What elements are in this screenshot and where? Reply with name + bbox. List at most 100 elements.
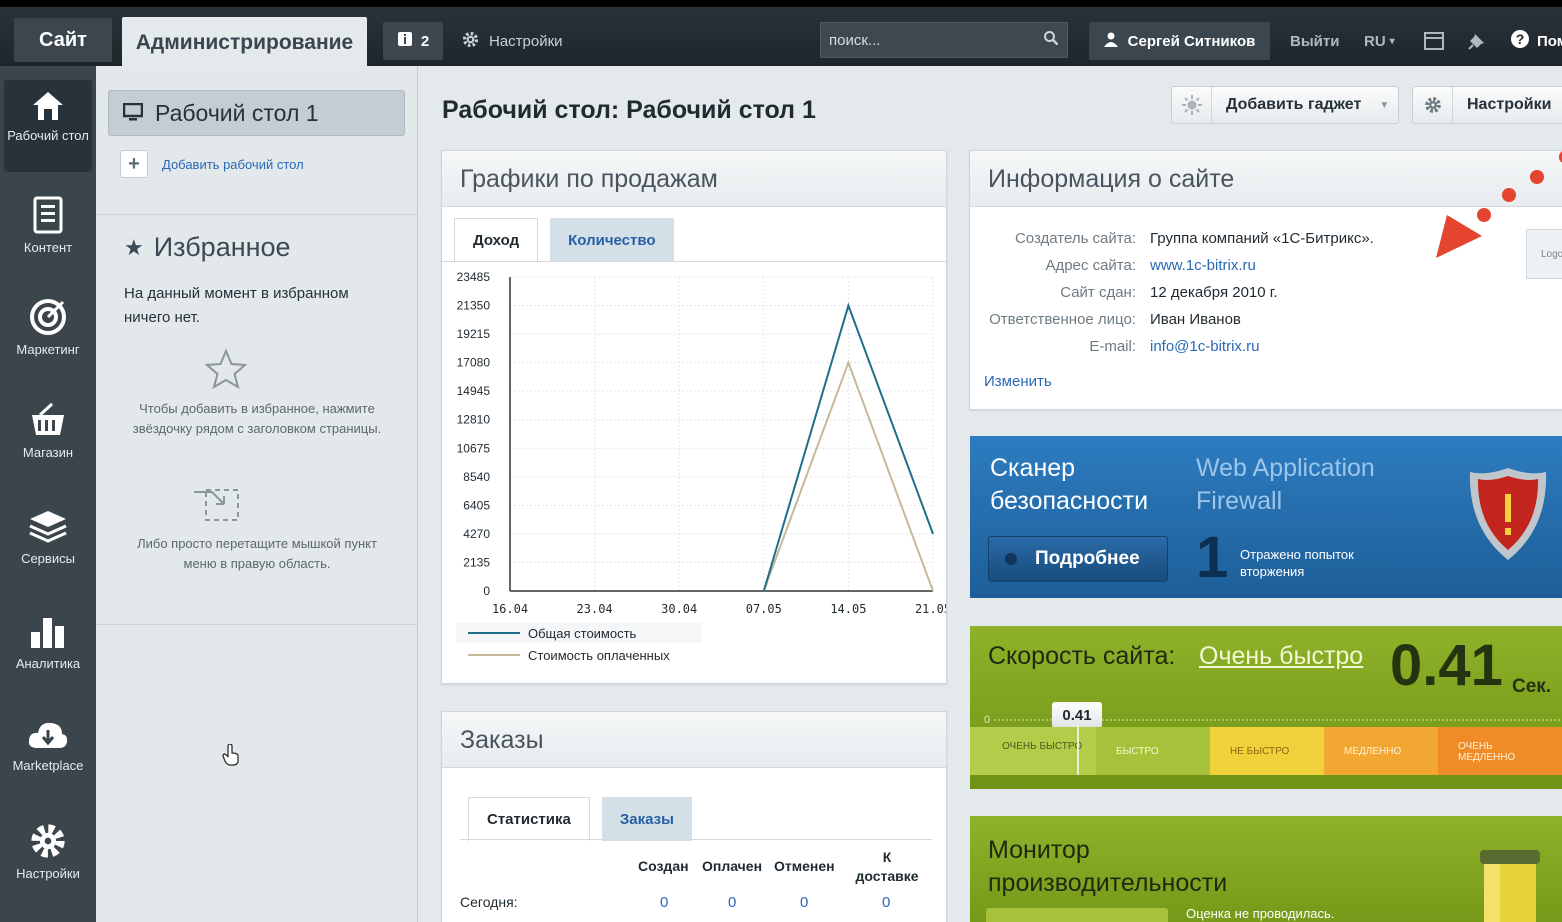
value-to-deliver[interactable]: 0 <box>882 894 890 911</box>
info-key: Создатель сайта: <box>1014 230 1136 247</box>
desktop-settings-button[interactable]: Настройки <box>1412 86 1562 124</box>
favorites-heading: ★ Избранное <box>124 232 291 263</box>
orders-table-header: Создан Оплачен Отменен К доставке <box>460 846 932 886</box>
star-outline-icon <box>204 348 248 395</box>
topbar-settings-label: Настройки <box>489 32 563 50</box>
nav-content[interactable]: Контент <box>4 196 92 255</box>
favorites-hint-star: Чтобы добавить в избранное, нажмите звёз… <box>132 401 382 436</box>
y-tick-label: 23485 <box>457 270 491 284</box>
sun-icon <box>1172 87 1212 123</box>
notification-icon <box>397 31 413 51</box>
nav-shop[interactable]: Магазин <box>4 401 92 460</box>
info-key: Сайт сдан: <box>1060 284 1136 301</box>
details-button[interactable]: Подробнее <box>988 536 1168 582</box>
dot-icon <box>1005 553 1017 565</box>
intrusion-label: Отражено попыток вторжения <box>1240 547 1354 579</box>
y-tick-label: 21350 <box>457 299 491 313</box>
segment-very-slow: ОЧЕНЬ МЕДЛЕННО <box>1438 727 1562 775</box>
y-tick-label: 12810 <box>457 413 491 427</box>
search-input[interactable]: поиск... <box>820 22 1068 58</box>
site-tab[interactable]: Сайт <box>14 18 112 62</box>
star-icon: ★ <box>124 234 144 260</box>
nav-services[interactable]: Сервисы <box>4 509 92 566</box>
details-label: Подробнее <box>1035 548 1140 569</box>
speed-label: Скорость сайта: <box>988 642 1176 670</box>
admin-topbar: Сайт Администрирование 2 Настройки поиск… <box>0 0 1562 69</box>
orders-gadget: Заказы Статистика Заказы Создан Оплачен … <box>441 711 947 922</box>
nav-settings[interactable]: Настройки <box>4 822 92 881</box>
scanner-title: Сканер безопасности <box>990 454 1149 515</box>
site-url-link[interactable]: www.1c-bitrix.ru <box>1150 256 1256 276</box>
nav-analytics[interactable]: Аналитика <box>4 614 92 671</box>
y-tick-label: 19215 <box>457 327 491 341</box>
search-icon[interactable] <box>1043 30 1059 50</box>
topbar-settings-button[interactable]: Настройки <box>462 22 563 60</box>
pin-icon[interactable] <box>1468 22 1486 60</box>
value-created[interactable]: 0 <box>660 894 668 911</box>
tab-statistics[interactable]: Статистика <box>468 797 590 841</box>
tab-quantity[interactable]: Количество <box>550 218 674 262</box>
y-tick-label: 4270 <box>463 527 490 541</box>
info-key: Ответственное лицо: <box>989 311 1136 328</box>
email-link[interactable]: info@1c-bitrix.ru <box>1150 337 1259 357</box>
edit-link[interactable]: Изменить <box>984 373 1052 390</box>
value-cancelled[interactable]: 0 <box>800 894 808 911</box>
help-button[interactable]: ? Пом <box>1510 22 1562 60</box>
search-placeholder: поиск... <box>829 31 881 49</box>
legend-label-paid: Стоимость оплаченных <box>528 647 670 663</box>
add-workspace-label: Добавить рабочий стол <box>162 156 304 172</box>
segment-slow: МЕДЛЕННО <box>1324 727 1438 775</box>
scale-zero: 0 <box>984 714 991 726</box>
svg-text:?: ? <box>1516 31 1525 47</box>
nav-desktop[interactable]: Рабочий стол <box>4 80 92 172</box>
notifications-button[interactable]: 2 <box>383 22 443 60</box>
info-row-email: E-mail: info@1c-bitrix.ru <box>970 337 1562 357</box>
intrusion-count: 1 <box>1196 525 1229 590</box>
y-tick-label: 10675 <box>457 441 491 455</box>
document-icon <box>33 196 63 234</box>
divider <box>96 214 418 215</box>
column-paid: Оплачен <box>702 858 763 874</box>
user-button[interactable]: Сергей Ситников <box>1089 22 1270 60</box>
sidebar: Рабочий стол 1 + Добавить рабочий стол ★… <box>96 66 418 922</box>
divider <box>96 624 418 625</box>
legend-item-paid[interactable]: Стоимость оплаченных <box>456 645 702 665</box>
performance-monitor-gadget: Монитор производительности Оценка не про… <box>970 816 1562 922</box>
monitor-test-button[interactable] <box>986 908 1168 922</box>
sales-chart-gadget: Графики по продажам Доход Количество 0 21… <box>441 150 947 684</box>
nav-marketing-label: Маркетинг <box>16 342 80 357</box>
monitor-title: Монитор производительности <box>988 836 1228 897</box>
decorative-arrow <box>1436 151 1562 258</box>
info-value: Группа компаний «1С-Битрикс». <box>1150 230 1374 247</box>
tab-orders[interactable]: Заказы <box>601 797 692 841</box>
legend-item-total[interactable]: Общая стоимость <box>456 623 702 643</box>
workspace-button[interactable]: Рабочий стол 1 <box>108 90 405 136</box>
admin-tab[interactable]: Администрирование <box>122 17 367 69</box>
tab-income[interactable]: Доход <box>454 218 539 262</box>
add-workspace-button[interactable]: + Добавить рабочий стол <box>120 150 304 178</box>
column-to-deliver: К доставке <box>855 849 919 884</box>
y-tick-label: 0 <box>483 584 490 598</box>
nav-content-label: Контент <box>23 240 73 255</box>
sales-tabs: Доход Количество <box>454 218 674 262</box>
nav-marketplace[interactable]: Marketplace <box>4 718 92 773</box>
nav-marketing[interactable]: Маркетинг <box>4 298 92 357</box>
y-tick-label: 8540 <box>463 470 490 484</box>
legend-line-paid <box>468 654 520 656</box>
window-icon[interactable] <box>1424 22 1444 60</box>
x-tick-label: 07.05 <box>746 602 782 616</box>
add-gadget-button[interactable]: Добавить гаджет ▼ <box>1171 86 1399 124</box>
language-label: RU <box>1364 32 1386 50</box>
value-paid[interactable]: 0 <box>728 894 736 911</box>
gear-icon <box>31 824 65 858</box>
gear-icon <box>462 31 479 52</box>
language-selector[interactable]: RU ▾ <box>1364 22 1395 60</box>
info-key: E-mail: <box>1089 338 1136 355</box>
speed-rating-link[interactable]: Очень быстро <box>1199 642 1363 671</box>
cloud-download-icon <box>28 722 68 748</box>
logout-link[interactable]: Выйти <box>1290 22 1339 60</box>
monitor-icon <box>122 100 144 127</box>
row-label: Сегодня: <box>460 894 518 910</box>
info-value: Иван Иванов <box>1150 311 1241 328</box>
battery-icon <box>1480 850 1540 922</box>
